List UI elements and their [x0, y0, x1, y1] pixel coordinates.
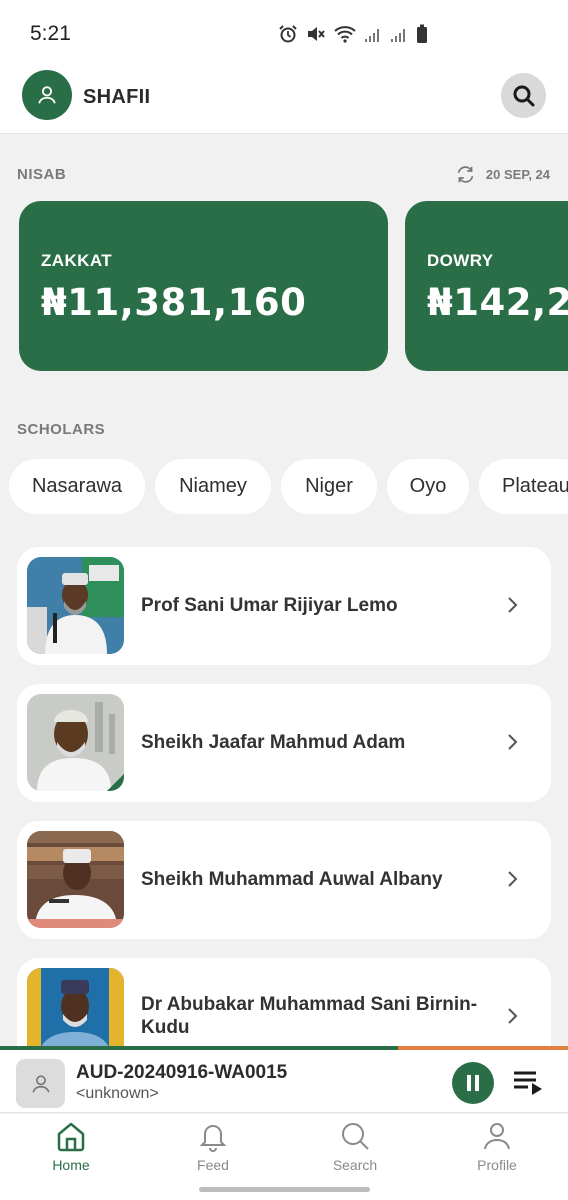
status-icons: [278, 24, 428, 44]
player-track-artist: <unknown>: [76, 1085, 159, 1102]
mini-player[interactable]: AUD-20240916-WA0015 <unknown>: [0, 1050, 568, 1113]
region-filter-row: Nasarawa Niamey Niger Oyo Plateau: [0, 459, 568, 515]
nav-label: Profile: [477, 1157, 517, 1173]
refresh-icon[interactable]: [455, 165, 476, 184]
search-icon: [342, 1123, 369, 1150]
card-label: DOWRY: [427, 251, 494, 270]
nav-search[interactable]: Search: [305, 1120, 405, 1173]
zakkat-card[interactable]: ZAKKAT ₦11,381,160: [19, 201, 388, 371]
status-time: 5:21: [30, 22, 71, 45]
nav-feed[interactable]: Feed: [163, 1120, 263, 1173]
scholar-name: Prof Sani Umar Rijiyar Lemo: [141, 594, 398, 616]
chevron-right-icon: [508, 1008, 518, 1024]
nav-label: Search: [332, 1157, 378, 1173]
pause-icon: [467, 1075, 479, 1091]
scholar-photo: [27, 831, 124, 928]
player-thumbnail: [16, 1059, 65, 1108]
scholar-photo: [27, 968, 124, 1046]
app-title: SHAFII: [83, 86, 151, 108]
scholar-photo: [27, 694, 124, 791]
home-icon: [57, 1122, 85, 1152]
player-track-title: AUD-20240916-WA0015: [76, 1062, 288, 1083]
nisab-date-row: 20 SEP, 24: [455, 165, 550, 184]
app-header: SHAFII: [0, 66, 568, 134]
filter-chip[interactable]: Niamey: [155, 459, 271, 514]
chevron-right-icon: [508, 597, 518, 613]
card-label: ZAKKAT: [41, 251, 113, 270]
filter-chip[interactable]: Nasarawa: [9, 459, 145, 514]
scholar-item[interactable]: Dr Abubakar Muhammad Sani Birnin-Kudu: [17, 958, 551, 1046]
card-value: ₦142,2: [427, 281, 568, 324]
user-icon: [31, 1074, 50, 1093]
scholar-name: Sheikh Muhammad Auwal Albany: [141, 868, 443, 890]
search-icon: [513, 85, 534, 106]
filter-chip[interactable]: Plateau: [479, 459, 568, 514]
dowry-card[interactable]: DOWRY ₦142,2: [405, 201, 568, 371]
filter-chip[interactable]: Oyo: [387, 459, 469, 514]
nav-label: Feed: [197, 1157, 229, 1173]
home-indicator[interactable]: [199, 1187, 370, 1192]
user-icon: [484, 1123, 510, 1150]
search-button[interactable]: [501, 73, 546, 118]
wifi-icon: [334, 26, 356, 43]
nisab-label: NISAB: [17, 166, 67, 183]
battery-icon: [417, 24, 427, 43]
scholar-item[interactable]: Prof Sani Umar Rijiyar Lemo: [17, 547, 551, 665]
scholar-item[interactable]: Sheikh Jaafar Mahmud Adam: [17, 684, 551, 802]
nav-label: Home: [52, 1157, 90, 1173]
bell-icon: [199, 1125, 227, 1152]
playlist-icon[interactable]: [512, 1069, 544, 1097]
nav-profile[interactable]: Profile: [447, 1120, 547, 1173]
scholar-item[interactable]: Sheikh Muhammad Auwal Albany: [17, 821, 551, 939]
status-bar: 5:21: [0, 0, 568, 66]
avatar[interactable]: [22, 70, 72, 120]
chevron-right-icon: [508, 871, 518, 887]
filter-chip[interactable]: Niger: [281, 459, 377, 514]
scholar-photo: [27, 557, 124, 654]
alarm-icon: [279, 25, 297, 43]
chevron-right-icon: [508, 734, 518, 750]
signal-icon: [365, 29, 379, 42]
signal-icon: [391, 29, 405, 42]
card-value: ₦11,381,160: [41, 281, 307, 324]
scholar-name: Sheikh Jaafar Mahmud Adam: [141, 731, 406, 753]
user-icon: [38, 86, 56, 104]
scholars-label: SCHOLARS: [17, 421, 106, 438]
mute-icon: [308, 27, 325, 41]
nav-home[interactable]: Home: [21, 1120, 121, 1173]
pause-button[interactable]: [452, 1062, 494, 1104]
nisab-date: 20 SEP, 24: [485, 167, 550, 182]
